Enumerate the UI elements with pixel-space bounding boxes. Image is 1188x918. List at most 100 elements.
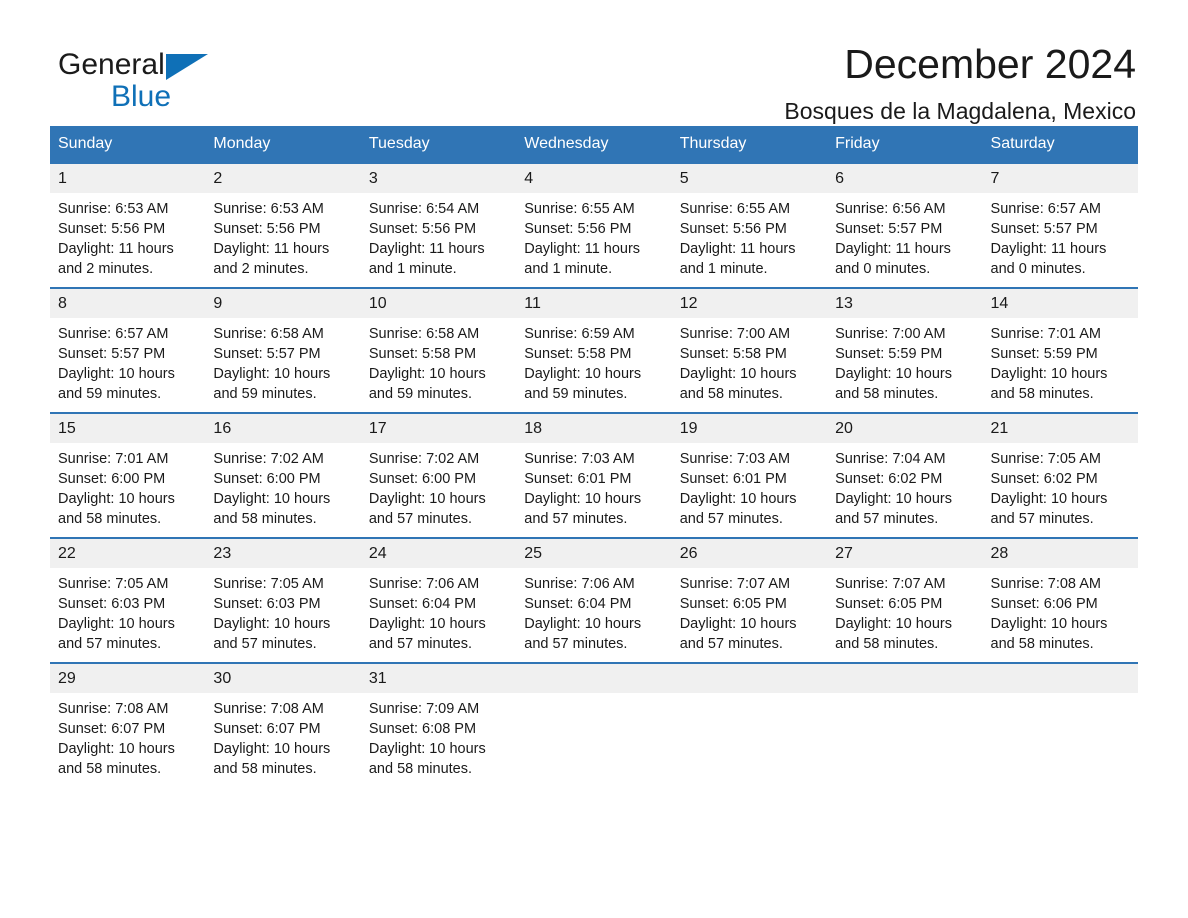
day-number: 26: [671, 539, 828, 568]
sunrise-text: Sunrise: 7:00 AM: [679, 326, 791, 342]
calendar-day-cell[interactable]: 4 Sunrise: 6:55 AM Sunset: 5:56 PM Daylight…: [516, 162, 672, 288]
sunset-text: Sunset: 6:06 PM: [990, 596, 1098, 612]
calendar-day-cell[interactable]: 28 Sunrise: 7:08 AM Sunset: 6:06 PM Dayligh…: [982, 537, 1138, 663]
day-number: 9: [205, 289, 361, 318]
day-number: 24: [360, 539, 517, 568]
sunset-text: Sunset: 6:08 PM: [368, 721, 477, 737]
sunset-text: Sunset: 5:58 PM: [524, 346, 632, 362]
day-number: 25: [516, 539, 672, 568]
day-number: 4: [516, 164, 672, 193]
day-details: Sunrise: 7:03 AM Sunset: 6:01 PM Daylight:…: [672, 443, 827, 529]
sunrise-text: Sunrise: 6:55 AM: [524, 201, 635, 217]
calendar-day-cell[interactable]: 14 Sunrise: 7:01 AM Sunset: 5:59 PM Dayligh…: [982, 287, 1138, 413]
day-number: 21: [982, 414, 1138, 443]
calendar-day-cell[interactable]: 20 Sunrise: 7:04 AM Sunset: 6:02 PM Dayligh…: [827, 412, 983, 538]
calendar-week-row: 1 Sunrise: 6:53 AM Sunset: 5:56 PM Daylight…: [50, 162, 1138, 288]
daylight-text: Daylight: 10 hours and 59 minutes.: [213, 366, 331, 402]
calendar-day-cell[interactable]: 5 Sunrise: 6:55 AM Sunset: 5:56 PM Daylight…: [671, 162, 828, 288]
calendar-day-cell[interactable]: 2 Sunrise: 6:53 AM Sunset: 5:56 PM Daylight…: [205, 162, 361, 288]
calendar-day-cell[interactable]: 25 Sunrise: 7:06 AM Sunset: 6:04 PM Dayligh…: [516, 537, 672, 663]
sunrise-text: Sunrise: 7:04 AM: [835, 451, 946, 467]
calendar-day-cell[interactable]: 27 Sunrise: 7:07 AM Sunset: 6:05 PM Dayligh…: [827, 537, 983, 663]
calendar-day-cell[interactable]: 31 Sunrise: 7:09 AM Sunset: 6:08 PM Dayligh…: [360, 662, 517, 787]
sunrise-text: Sunrise: 7:02 AM: [213, 451, 324, 467]
calendar-day-cell[interactable]: 6 Sunrise: 6:56 AM Sunset: 5:57 PM Daylight…: [827, 162, 983, 288]
calendar-day-cell[interactable]: 18 Sunrise: 7:03 AM Sunset: 6:01 PM Dayligh…: [516, 412, 672, 538]
sunset-text: Sunset: 6:04 PM: [524, 596, 632, 612]
day-details: Sunrise: 7:09 AM Sunset: 6:08 PM Daylight:…: [361, 693, 516, 779]
day-number: 13: [827, 289, 983, 318]
day-details: Sunrise: 7:07 AM Sunset: 6:05 PM Daylight:…: [827, 568, 982, 654]
day-details: Sunrise: 6:57 AM Sunset: 5:57 PM Daylight:…: [50, 318, 205, 404]
sunset-text: Sunset: 6:05 PM: [835, 596, 943, 612]
day-details: Sunrise: 6:57 AM Sunset: 5:57 PM Daylight:…: [983, 193, 1138, 279]
sunrise-text: Sunrise: 7:05 AM: [990, 451, 1101, 467]
day-details: [516, 693, 671, 779]
calendar-day-cell[interactable]: 16 Sunrise: 7:02 AM Sunset: 6:00 PM Dayligh…: [205, 412, 361, 538]
calendar-day-cell[interactable]: 10 Sunrise: 6:58 AM Sunset: 5:58 PM Dayligh…: [360, 287, 517, 413]
calendar-day-cell[interactable]: 9 Sunrise: 6:58 AM Sunset: 5:57 PM Daylight…: [205, 287, 361, 413]
day-number: 14: [982, 289, 1138, 318]
sunrise-text: Sunrise: 7:09 AM: [368, 701, 480, 717]
sunset-text: Sunset: 6:00 PM: [58, 471, 166, 487]
generalblue-logo[interactable]: General Blue: [58, 48, 358, 118]
daylight-text: Daylight: 10 hours and 58 minutes.: [990, 366, 1108, 402]
sunset-text: Sunset: 6:00 PM: [213, 471, 321, 487]
weekday-header-row: Sunday Monday Tuesday Wednesday Thursday…: [50, 126, 1138, 163]
weekday-header-sunday: Sunday: [50, 126, 206, 163]
daylight-text: Daylight: 11 hours and 1 minute.: [679, 241, 796, 277]
calendar-day-cell[interactable]: 17 Sunrise: 7:02 AM Sunset: 6:00 PM Dayligh…: [360, 412, 517, 538]
calendar-body: 1 Sunrise: 6:53 AM Sunset: 5:56 PM Daylight…: [50, 162, 1138, 787]
daylight-text: Daylight: 11 hours and 1 minute.: [368, 241, 485, 277]
daylight-text: Daylight: 11 hours and 0 minutes.: [835, 241, 951, 277]
day-details: Sunrise: 7:01 AM Sunset: 6:00 PM Daylight:…: [50, 443, 205, 529]
daylight-text: Daylight: 10 hours and 58 minutes.: [213, 491, 331, 527]
daylight-text: Daylight: 10 hours and 58 minutes.: [213, 741, 331, 777]
day-number: 7: [982, 164, 1138, 193]
sunrise-sunset-calendar: Sunday Monday Tuesday Wednesday Thursday…: [50, 126, 1138, 787]
sunrise-text: Sunrise: 6:55 AM: [679, 201, 791, 217]
day-number: 23: [205, 539, 361, 568]
calendar-day-cell[interactable]: 7 Sunrise: 6:57 AM Sunset: 5:57 PM Daylight…: [982, 162, 1138, 288]
calendar-day-cell[interactable]: 12 Sunrise: 7:00 AM Sunset: 5:58 PM Dayligh…: [671, 287, 828, 413]
calendar-day-cell[interactable]: 8 Sunrise: 6:57 AM Sunset: 5:57 PM Daylight…: [50, 287, 206, 413]
daylight-text: Daylight: 10 hours and 59 minutes.: [58, 366, 175, 402]
sunrise-text: Sunrise: 7:03 AM: [524, 451, 635, 467]
calendar-day-cell[interactable]: 21 Sunrise: 7:05 AM Sunset: 6:02 PM Dayligh…: [982, 412, 1138, 538]
calendar-day-cell[interactable]: 29 Sunrise: 7:08 AM Sunset: 6:07 PM Dayligh…: [50, 662, 206, 787]
sunrise-text: Sunrise: 6:58 AM: [368, 326, 480, 342]
calendar-day-cell[interactable]: 3 Sunrise: 6:54 AM Sunset: 5:56 PM Daylight…: [360, 162, 517, 288]
sunset-text: Sunset: 6:05 PM: [679, 596, 787, 612]
sunset-text: Sunset: 6:02 PM: [835, 471, 943, 487]
sunrise-text: Sunrise: 7:07 AM: [679, 576, 791, 592]
day-details: Sunrise: 7:08 AM Sunset: 6:06 PM Daylight:…: [983, 568, 1138, 654]
calendar-day-cell[interactable]: 26 Sunrise: 7:07 AM Sunset: 6:05 PM Dayligh…: [671, 537, 828, 663]
day-details: Sunrise: 7:00 AM Sunset: 5:58 PM Daylight:…: [672, 318, 827, 404]
calendar-day-cell[interactable]: 22 Sunrise: 7:05 AM Sunset: 6:03 PM Dayligh…: [50, 537, 206, 663]
sunset-text: Sunset: 6:03 PM: [213, 596, 321, 612]
day-details: Sunrise: 7:08 AM Sunset: 6:07 PM Daylight:…: [205, 693, 360, 779]
calendar-day-cell[interactable]: 15 Sunrise: 7:01 AM Sunset: 6:00 PM Dayligh…: [50, 412, 206, 538]
day-number: 27: [827, 539, 983, 568]
calendar-day-cell[interactable]: 24 Sunrise: 7:06 AM Sunset: 6:04 PM Dayligh…: [360, 537, 517, 663]
calendar-day-cell[interactable]: 30 Sunrise: 7:08 AM Sunset: 6:07 PM Dayligh…: [205, 662, 361, 787]
calendar-day-cell[interactable]: 13 Sunrise: 7:00 AM Sunset: 5:59 PM Dayligh…: [827, 287, 983, 413]
calendar-day-cell[interactable]: 1 Sunrise: 6:53 AM Sunset: 5:56 PM Daylight…: [50, 162, 206, 288]
day-details: Sunrise: 6:54 AM Sunset: 5:56 PM Daylight:…: [361, 193, 516, 279]
sunset-text: Sunset: 6:02 PM: [990, 471, 1098, 487]
calendar-empty-cell: [827, 662, 983, 787]
logo-top-row: General: [58, 48, 358, 80]
day-details: Sunrise: 7:06 AM Sunset: 6:04 PM Daylight:…: [361, 568, 516, 654]
calendar-day-cell[interactable]: 11 Sunrise: 6:59 AM Sunset: 5:58 PM Dayligh…: [516, 287, 672, 413]
day-number: 22: [50, 539, 206, 568]
daylight-text: Daylight: 10 hours and 57 minutes.: [368, 616, 486, 652]
sunrise-text: Sunrise: 7:00 AM: [835, 326, 946, 342]
calendar-day-cell[interactable]: 19 Sunrise: 7:03 AM Sunset: 6:01 PM Dayligh…: [671, 412, 828, 538]
sunrise-text: Sunrise: 7:06 AM: [524, 576, 635, 592]
sunrise-text: Sunrise: 6:53 AM: [213, 201, 324, 217]
daylight-text: Daylight: 10 hours and 58 minutes.: [368, 741, 486, 777]
sunset-text: Sunset: 5:56 PM: [679, 221, 787, 237]
day-number: 17: [360, 414, 517, 443]
logo-text-general: General: [58, 48, 165, 81]
calendar-day-cell[interactable]: 23 Sunrise: 7:05 AM Sunset: 6:03 PM Dayligh…: [205, 537, 361, 663]
